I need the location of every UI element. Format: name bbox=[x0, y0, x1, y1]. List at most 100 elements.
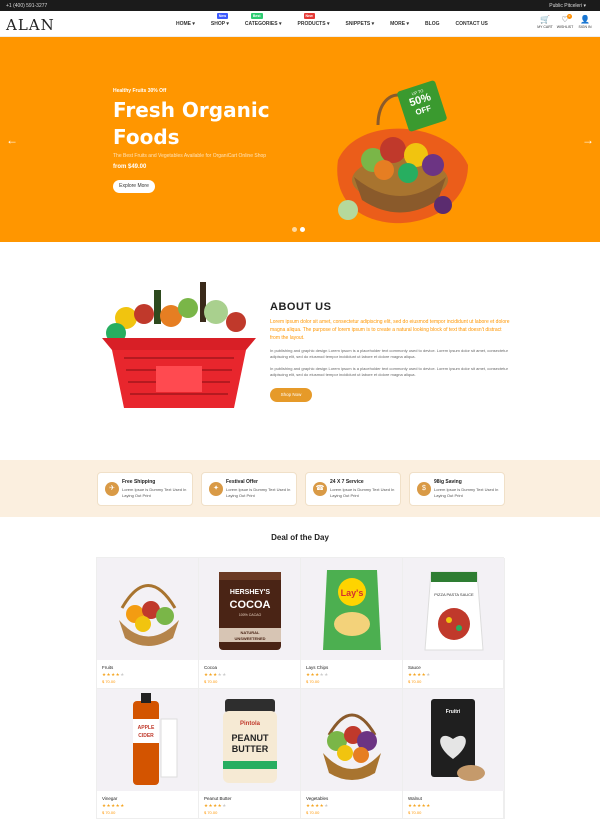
nav-item-label: PRODUCTS bbox=[297, 21, 326, 27]
nav-item-categories[interactable]: CATEGORIES ▾ Best bbox=[245, 13, 282, 27]
fruit-basket-image bbox=[119, 584, 179, 646]
nav-item-home[interactable]: HOME ▾ bbox=[176, 21, 195, 27]
svg-text:100% CACAO: 100% CACAO bbox=[239, 613, 262, 617]
hero-pagination bbox=[292, 227, 308, 232]
product-name[interactable]: Lays Chips bbox=[306, 665, 328, 670]
svg-text:PEANUT: PEANUT bbox=[231, 733, 269, 743]
service-icon: ☎ bbox=[313, 482, 327, 496]
about-paragraph-1: In publishing and graphic design Lorem i… bbox=[270, 348, 508, 359]
product-card[interactable]: Fruitri Walnut ★★★★★ $ 70.00 bbox=[403, 689, 505, 819]
service-title: 24 X 7 Service bbox=[330, 479, 364, 485]
header-user-button[interactable]: 👤 SIGN IN bbox=[576, 15, 594, 29]
product-card[interactable]: Vegetables ★★★★★ $ 70.00 bbox=[301, 689, 403, 819]
header-heart-button[interactable]: ♡ WISHLIST 0 bbox=[556, 14, 574, 29]
product-card[interactable]: APPLE CIDER Vinegar ★★★★★ $ 70.00 bbox=[97, 689, 199, 819]
top-bar: +1 (400) 591-3277 Public Pitceleri ▾ bbox=[0, 0, 600, 11]
nav-item-blog[interactable]: BLOG bbox=[425, 21, 439, 27]
service-card: ✈ Free Shipping Lorem Ipsue is Dummy Tex… bbox=[97, 472, 193, 506]
star-icon: ★ bbox=[120, 803, 125, 808]
nav-item-snippets[interactable]: SNIPPETS ▾ bbox=[345, 21, 374, 27]
hero-title: Fresh Organic Foods bbox=[113, 98, 270, 149]
product-rating: ★★★★★ bbox=[102, 672, 125, 678]
service-description: Lorem Ipsue is Dummy Text Used In Laying… bbox=[122, 487, 187, 498]
site-logo[interactable]: ALAN bbox=[6, 16, 55, 34]
product-image[interactable]: PIZZA PASTA SAUCE bbox=[403, 558, 504, 660]
svg-text:BUTTER: BUTTER bbox=[232, 744, 269, 754]
header-cart-button[interactable]: 🛒 MY CART bbox=[536, 15, 554, 29]
product-card[interactable]: Fruits ★★★★★ $ 70.00 bbox=[97, 558, 199, 689]
product-price: $ 70.00 bbox=[408, 679, 422, 684]
product-price: $ 70.00 bbox=[306, 810, 320, 815]
product-card[interactable]: Pintola PEANUT BUTTER Peanut Butter ★★★★★ $ 7… bbox=[199, 689, 301, 819]
product-name[interactable]: Walnut bbox=[408, 796, 422, 801]
about-title: ABOUT US bbox=[270, 301, 332, 313]
product-price: $ 70.00 bbox=[102, 679, 116, 684]
hero-prev-arrow-icon[interactable]: ← bbox=[6, 133, 18, 147]
deal-of-the-day-title: Deal of the Day bbox=[271, 533, 329, 542]
apple-cider-vinegar-image: APPLE CIDER bbox=[133, 693, 178, 785]
product-rating: ★★★★★ bbox=[408, 803, 431, 809]
nav-item-shop[interactable]: SHOP ▾ New bbox=[210, 13, 229, 27]
wishlist-count-badge: 0 bbox=[567, 14, 572, 19]
product-name[interactable]: Peanut Butter bbox=[204, 796, 232, 801]
star-icon: ★ bbox=[120, 672, 125, 677]
star-icon: ★ bbox=[222, 803, 227, 808]
nav-badge: New bbox=[303, 13, 315, 19]
product-image[interactable] bbox=[97, 558, 198, 660]
product-rating: ★★★★★ bbox=[408, 672, 431, 678]
product-image[interactable]: HERSHEY'S COCOA 100% CACAO NATURAL UNSWEETEN… bbox=[199, 558, 300, 660]
main-nav: HOME ▾ SHOP ▾ New CATEGORIES ▾ Best PRODUCTS … bbox=[176, 13, 504, 27]
svg-text:CIDER: CIDER bbox=[138, 733, 154, 739]
nav-item-label: SHOP bbox=[210, 21, 225, 27]
hero-dot-2[interactable] bbox=[300, 227, 305, 232]
product-image[interactable]: APPLE CIDER bbox=[97, 689, 198, 791]
product-image[interactable] bbox=[301, 689, 402, 791]
nav-item-more[interactable]: MORE ▾ bbox=[390, 21, 409, 27]
header-action-label: MY CART bbox=[537, 25, 553, 29]
about-lead: Lorem ipsum dolor sit amet, consectetur … bbox=[270, 319, 510, 341]
hero-kicker: Healthy Fruits 30% Off bbox=[113, 88, 167, 94]
about-paragraph-2: In publishing and graphic design Lorem i… bbox=[270, 366, 508, 377]
services-strip: ✈ Free Shipping Lorem Ipsue is Dummy Tex… bbox=[0, 460, 600, 517]
svg-text:PIZZA PASTA SAUCE: PIZZA PASTA SAUCE bbox=[434, 592, 474, 597]
nav-item-products[interactable]: PRODUCTS ▾ New bbox=[297, 13, 330, 27]
public-profile-menu[interactable]: Public Pitceleri ▾ bbox=[549, 3, 586, 9]
nav-item-contact-us[interactable]: CONTACT US bbox=[455, 21, 487, 27]
hero-next-arrow-icon[interactable]: → bbox=[582, 133, 594, 147]
service-title: Festival Offer bbox=[226, 479, 258, 485]
product-card[interactable]: PIZZA PASTA SAUCE Sauce ★★★★★ $ 70.00 bbox=[403, 558, 505, 689]
product-name[interactable]: Fruits bbox=[102, 665, 113, 670]
product-name[interactable]: Sauce bbox=[408, 665, 421, 670]
walnut-pack-image: Fruitri bbox=[431, 699, 485, 781]
offer-icon: ✦ bbox=[209, 482, 223, 496]
svg-text:APPLE: APPLE bbox=[138, 725, 155, 731]
product-price: $ 70.00 bbox=[408, 810, 422, 815]
product-image[interactable]: Fruitri bbox=[403, 689, 504, 791]
chevron-down-icon: ▾ bbox=[325, 21, 330, 27]
star-icon: ★ bbox=[222, 672, 227, 677]
phone-number[interactable]: +1 (400) 591-3277 bbox=[6, 3, 47, 9]
service-description: Lorem Ipsue is Dummy Text Used In Laying… bbox=[226, 487, 291, 498]
service-title: Free Shipping bbox=[122, 479, 156, 485]
nav-item-label: SNIPPETS bbox=[345, 21, 371, 27]
cocoa-can-image: HERSHEY'S COCOA 100% CACAO NATURALUNSWEETEN… bbox=[219, 572, 281, 650]
explore-more-button[interactable]: Explore More bbox=[113, 180, 155, 193]
star-icon: ★ bbox=[324, 803, 329, 808]
shop-now-button[interactable]: Shop Now bbox=[270, 388, 312, 402]
product-card[interactable]: HERSHEY'S COCOA 100% CACAO NATURAL UNSWEETEN… bbox=[199, 558, 301, 689]
product-card[interactable]: Lay's Lays Chips ★★★★★ $ 70.00 bbox=[301, 558, 403, 689]
grocery-basket-illustration bbox=[102, 282, 256, 408]
hero-dot-1[interactable] bbox=[292, 227, 297, 232]
header-actions: 🛒 MY CART ♡ WISHLIST 0 👤 SIGN IN bbox=[534, 14, 594, 29]
product-image[interactable]: Lay's bbox=[301, 558, 402, 660]
product-price: $ 70.00 bbox=[204, 679, 218, 684]
svg-text:Fruitri: Fruitri bbox=[446, 709, 461, 715]
product-name[interactable]: Vinegar bbox=[102, 796, 117, 801]
svg-text:Pintola: Pintola bbox=[240, 721, 261, 727]
product-name[interactable]: Vegetables bbox=[306, 796, 328, 801]
nav-item-label: MORE bbox=[390, 21, 406, 27]
product-name[interactable]: Cocoa bbox=[204, 665, 217, 670]
vegetable-basket-image bbox=[323, 713, 381, 780]
nav-item-label: CONTACT US bbox=[455, 21, 488, 27]
product-image[interactable]: Pintola PEANUT BUTTER bbox=[199, 689, 300, 791]
